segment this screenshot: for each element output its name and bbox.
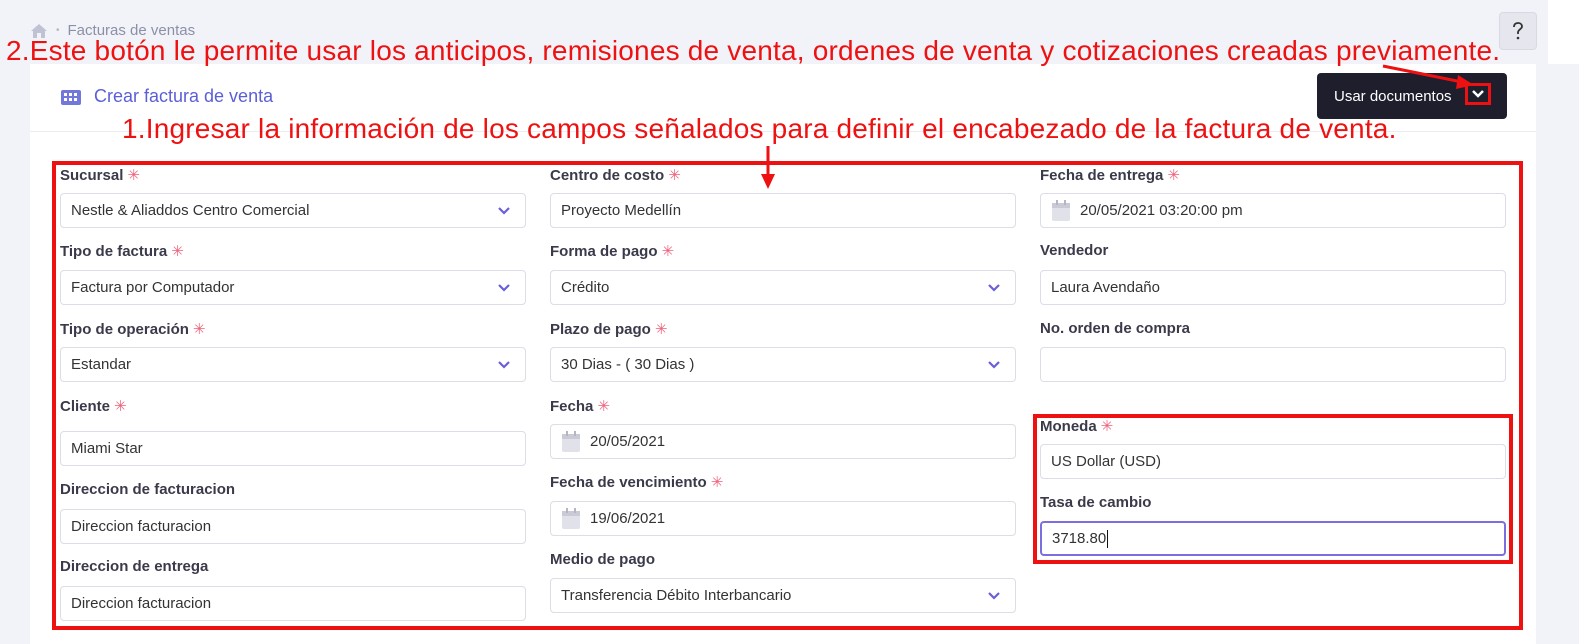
help-button[interactable] [1499,12,1537,50]
required-mark: ✳ [192,321,206,338]
sucursal-select[interactable]: Nestle & Aliaddos Centro Comercial [60,193,526,228]
fecha-entrega-label: Fecha de entrega ✳ [1040,167,1180,184]
fecha-value: 20/05/2021 [590,433,666,450]
question-mark-icon [1513,22,1523,40]
fecha-entrega-input[interactable]: 20/05/2021 03:20:00 pm [1040,193,1506,228]
forma-pago-label: Forma de pago ✳ [550,243,675,260]
tipo-operacion-select[interactable]: Estandar [60,347,526,382]
plazo-pago-value: 30 Dias - ( 30 Dias ) [561,356,695,373]
centro-costo-input[interactable]: Proyecto Medellín [550,193,1016,228]
centro-costo-label: Centro de costo ✳ [550,167,681,184]
chevron-down-icon [988,361,1000,369]
tipo-operacion-label: Tipo de operación ✳ [60,321,206,338]
medio-pago-value: Transferencia Débito Interbancario [561,587,792,604]
required-mark: ✳ [171,243,184,260]
chevron-down-icon [988,592,1000,600]
required-mark: ✳ [114,398,127,415]
calendar-icon[interactable] [561,507,581,530]
tasa-cambio-label: Tasa de cambio [1040,494,1152,511]
calendar-icon[interactable] [1051,199,1071,222]
medio-pago-select[interactable]: Transferencia Débito Interbancario [550,578,1016,613]
moneda-label: Moneda ✳ [1040,418,1114,435]
page-title-text: Crear factura de venta [94,86,274,106]
sucursal-label: Sucursal ✳ [60,167,140,184]
calendar-icon[interactable] [561,430,581,453]
forma-pago-value: Crédito [561,279,610,296]
required-mark: ✳ [654,321,668,338]
tipo-factura-select[interactable]: Factura por Computador [60,270,526,305]
right-strip [1548,0,1579,64]
required-mark: ✳ [710,474,724,491]
sucursal-value: Nestle & Aliaddos Centro Comercial [71,202,310,219]
fecha-entrega-value: 20/05/2021 03:20:00 pm [1080,202,1243,219]
dir-facturacion-input[interactable]: Direccion facturacion [60,509,526,544]
dir-entrega-label: Direccion de entrega [60,558,209,575]
required-mark: ✳ [1100,418,1114,435]
required-mark: ✳ [661,243,675,260]
fecha-vencimiento-label: Fecha de vencimiento ✳ [550,474,724,491]
orden-compra-label: No. orden de compra [1040,320,1191,337]
dir-entrega-input[interactable]: Direccion facturacion [60,586,526,621]
tasa-cambio-value: 3718.80 [1052,530,1107,547]
page-title: Crear factura de venta [60,86,273,107]
chevron-down-icon [498,361,510,369]
centro-costo-value: Proyecto Medellín [561,202,682,219]
fecha-vencimiento-value: 19/06/2021 [590,510,666,527]
orden-compra-input[interactable] [1040,347,1506,382]
fecha-vencimiento-input[interactable]: 19/06/2021 [550,501,1016,536]
forma-pago-select[interactable]: Crédito [550,270,1016,305]
cliente-label: Cliente ✳ [60,398,127,415]
chevron-down-icon [498,284,510,292]
fecha-label: Fecha ✳ [550,398,610,415]
dir-entrega-value: Direccion facturacion [71,595,212,612]
plazo-pago-select[interactable]: 30 Dias - ( 30 Dias ) [550,347,1016,382]
plazo-pago-label: Plazo de pago ✳ [550,321,668,338]
tipo-operacion-value: Estandar [71,356,132,373]
chevron-down-icon [988,284,1000,292]
vendedor-label: Vendedor [1040,242,1109,259]
required-mark: ✳ [127,167,140,184]
dir-facturacion-value: Direccion facturacion [71,518,212,535]
tipo-factura-value: Factura por Computador [71,279,235,296]
cash-register-icon [61,89,81,105]
moneda-value: US Dollar (USD) [1051,453,1162,470]
required-mark: ✳ [668,167,681,184]
annotation-arrow-2 [1382,64,1474,89]
tasa-cambio-input[interactable]: 3718.80 [1040,521,1506,556]
annotation-step-2: 2.Este botón le permite usar los anticip… [6,35,1501,66]
vendedor-input[interactable]: Laura Avendaño [1040,270,1506,305]
required-mark: ✳ [1167,167,1180,184]
dir-facturacion-label: Direccion de facturacion [60,481,236,498]
annotation-step-1: 1.Ingresar la información de los campos … [122,113,1397,144]
vendedor-value: Laura Avendaño [1051,279,1160,296]
chevron-down-icon [498,207,510,215]
text-cursor [1107,529,1109,548]
required-mark: ✳ [597,398,610,415]
cliente-value: Miami Star [71,440,143,457]
cliente-input[interactable]: Miami Star [60,431,526,466]
moneda-input[interactable]: US Dollar (USD) [1040,444,1506,479]
medio-pago-label: Medio de pago [550,551,655,568]
fecha-input[interactable]: 20/05/2021 [550,424,1016,459]
tipo-factura-label: Tipo de factura ✳ [60,243,184,260]
